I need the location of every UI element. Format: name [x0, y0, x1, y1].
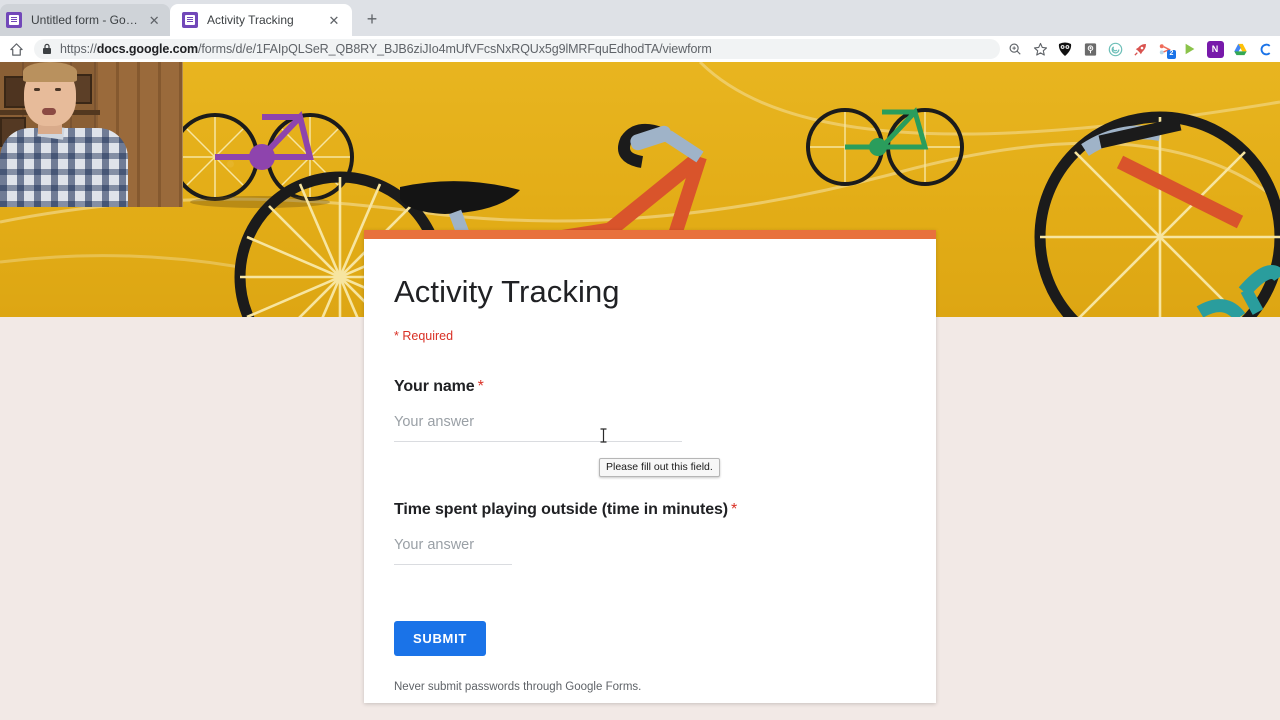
question-label: Time spent playing outside (time in minu… [394, 501, 906, 519]
webcam-person-eye [55, 88, 61, 91]
tab-title: Untitled form - Google Forms [31, 13, 142, 27]
input-underline [394, 441, 682, 443]
webcam-overlay [0, 62, 183, 207]
screencast-extension-icon[interactable]: 2 [1154, 38, 1176, 60]
tab-activity-tracking[interactable]: Activity Tracking ✕ [170, 4, 352, 36]
question-text: Time spent playing outside (time in minu… [394, 501, 729, 519]
address-bar[interactable]: https://docs.google.com/forms/d/e/1FAIpQ… [34, 39, 1000, 59]
validation-tooltip: Please fill out this field. [599, 458, 720, 478]
url-text: https://docs.google.com/forms/d/e/1FAIpQ… [60, 42, 712, 56]
new-tab-button[interactable]: + [358, 5, 386, 33]
time-spent-input[interactable]: Your answer [394, 537, 906, 566]
webcam-person-hair [23, 62, 77, 82]
extension-badge-count: 2 [1167, 50, 1176, 59]
zoom-in-icon[interactable] [1004, 38, 1026, 60]
play-extension-icon[interactable] [1179, 38, 1201, 60]
map-pin-extension-icon[interactable] [1079, 38, 1101, 60]
url-scheme: https:// [60, 42, 97, 56]
input-placeholder: Your answer [394, 537, 475, 554]
required-note: * Required [394, 329, 454, 344]
rocket-extension-icon[interactable] [1129, 38, 1151, 60]
tab-title: Activity Tracking [207, 13, 294, 27]
owl-extension-icon[interactable] [1054, 38, 1076, 60]
question-time-spent-outside: Time spent playing outside (time in minu… [394, 501, 906, 566]
url-host: docs.google.com [96, 42, 199, 56]
required-asterisk: * [477, 378, 484, 396]
bookmark-star-icon[interactable] [1029, 38, 1051, 60]
profile-avatar-icon[interactable] [1254, 38, 1276, 60]
required-asterisk: * [731, 501, 738, 519]
input-placeholder: Your answer [394, 414, 475, 431]
browser-toolbar: https://docs.google.com/forms/d/e/1FAIpQ… [0, 36, 1280, 62]
page-content: Activity Tracking * Required Your name * … [0, 62, 1280, 720]
webcam-person-eye [34, 88, 40, 91]
page-title: Activity Tracking [394, 274, 620, 309]
tab-strip: Untitled form - Google Forms ✕ Activity … [0, 0, 1280, 36]
webcam-person-mouth [42, 108, 56, 115]
tab-untitled-form[interactable]: Untitled form - Google Forms ✕ [0, 4, 170, 36]
google-drive-extension-icon[interactable] [1229, 38, 1251, 60]
submit-row: SUBMIT [394, 621, 906, 657]
input-underline [394, 564, 512, 566]
form-card: Activity Tracking * Required Your name * … [364, 230, 936, 703]
home-icon[interactable] [4, 37, 28, 61]
browser-chrome: Untitled form - Google Forms ✕ Activity … [0, 0, 1280, 62]
toolbar-extensions: 2 N [1004, 38, 1280, 60]
question-your-name: Your name * Your answer Please fill out t… [394, 378, 906, 478]
tab-close-icon[interactable]: ✕ [148, 12, 160, 28]
question-text: Your name [394, 378, 475, 396]
onenote-letter: N [1206, 40, 1224, 58]
your-name-input[interactable]: Your answer Please fill out this field. [394, 414, 906, 478]
lock-icon [42, 43, 52, 55]
tab-close-icon[interactable]: ✕ [326, 12, 342, 28]
submit-button[interactable]: SUBMIT [394, 621, 487, 657]
google-forms-favicon-icon [182, 12, 198, 28]
spiral-extension-icon[interactable] [1104, 38, 1126, 60]
text-cursor-icon [599, 428, 608, 443]
url-path: /forms/d/e/1FAIpQLSeR_QB8RY_BJB6ziJIo4mU… [198, 42, 712, 56]
question-label: Your name * [394, 378, 906, 396]
onenote-extension-icon[interactable]: N [1204, 38, 1226, 60]
webcam-person-shirt [0, 128, 128, 207]
password-warning-note: Never submit passwords through Google Fo… [394, 681, 642, 694]
google-forms-favicon-icon [6, 12, 22, 28]
